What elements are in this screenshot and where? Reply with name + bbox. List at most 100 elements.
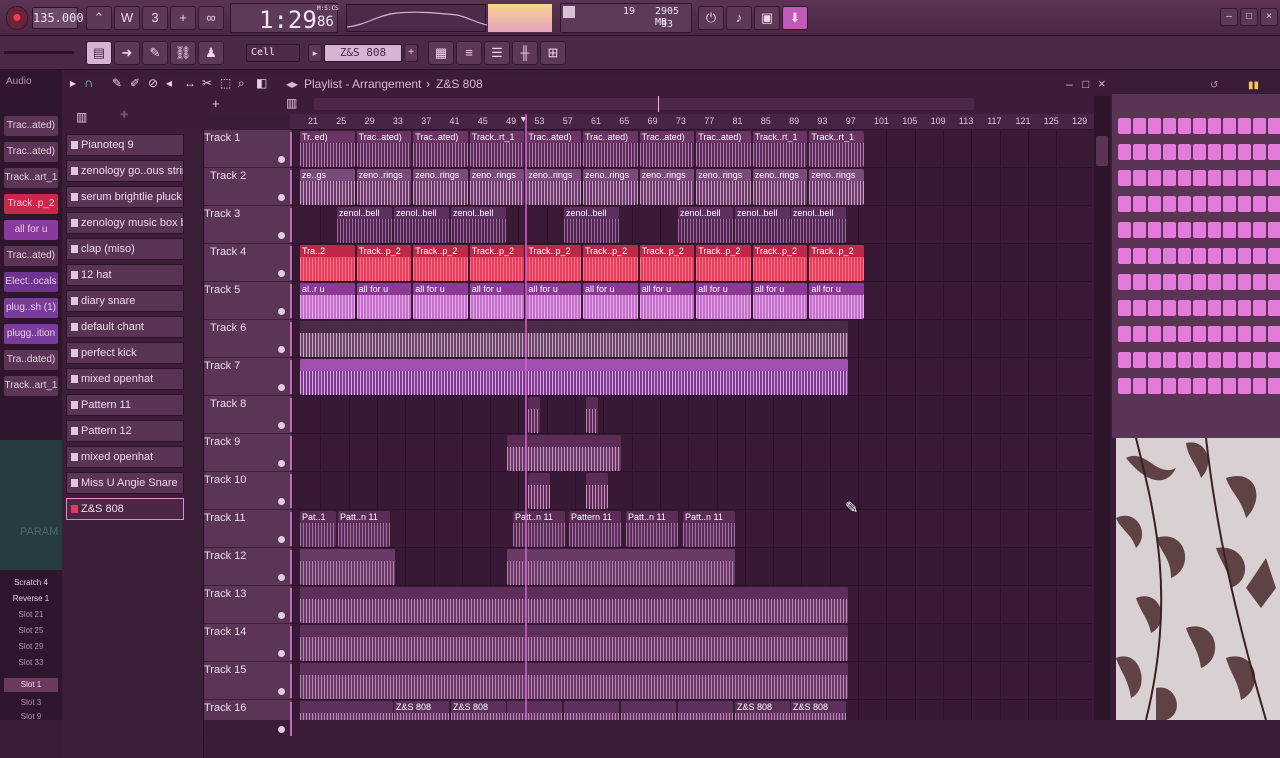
step-pad[interactable] [1268,222,1280,238]
playlist-clip[interactable]: Tr..ed) [300,131,355,167]
playlist-clip[interactable]: Tra..2 [300,245,355,281]
step-pad[interactable] [1193,274,1206,290]
play-arrow-icon[interactable]: ▸ [70,76,76,90]
step-pad[interactable] [1148,248,1161,264]
playlist-clip[interactable]: all for u [752,283,808,319]
playlist-grid[interactable]: Tr..ed) Trac..ated) Trac..ated) Track..rt_1… [292,130,1092,720]
step-pad[interactable] [1148,196,1161,212]
track-mute-led[interactable] [278,422,285,429]
step-pad[interactable] [1118,144,1131,160]
step-pad[interactable] [1163,144,1176,160]
track-header[interactable]: Track 13 [204,586,292,624]
step-pad[interactable] [1238,196,1251,212]
pattern-prev-icon[interactable]: ▸ [308,44,322,62]
step-pad[interactable] [1178,170,1191,186]
step-pad[interactable] [1253,170,1266,186]
track-mute-led[interactable] [278,384,285,391]
step-pad[interactable] [1223,248,1236,264]
pattern-item[interactable]: perfect kick [66,342,184,364]
track-header[interactable]: Track 14 [204,624,292,662]
playlist-clip[interactable]: Z&S 808 [735,701,790,720]
step-pad[interactable] [1253,378,1266,394]
step-pad[interactable] [1163,378,1176,394]
step-pad[interactable] [1148,300,1161,316]
vertical-scrollbar[interactable] [1094,96,1110,720]
step-pad[interactable] [1223,300,1236,316]
step-pad[interactable] [1118,222,1131,238]
microphone-icon[interactable]: ♪ [726,6,752,30]
step-pad[interactable] [1223,118,1236,134]
pattern-item[interactable]: zenology go..ous strings [66,160,184,182]
playlist-clip[interactable] [338,701,393,720]
track-header[interactable]: Track 3 [204,206,292,244]
step-pad[interactable] [1238,326,1251,342]
step-pad[interactable] [1193,196,1206,212]
browser-item[interactable]: Elect..ocals [4,272,58,292]
slot-item[interactable]: Reverse 1 [4,592,58,606]
playlist-clip[interactable]: Track..rt_1 [809,131,864,167]
step-pad[interactable] [1178,378,1191,394]
playlist-clip[interactable]: zenol..bell [791,207,846,243]
track-header[interactable]: Track 1 [204,130,292,168]
playlist-clip[interactable]: Patt..n 11 [626,511,678,547]
track-mute-led[interactable] [278,156,285,163]
playlist-clip[interactable]: Track..p_2 [809,245,864,281]
playlist-clip[interactable]: all for u [356,283,412,319]
playlist-clip[interactable]: Pattern 11 [569,511,621,547]
step-pad[interactable] [1163,326,1176,342]
step-pad[interactable] [1223,196,1236,212]
track-grid-icon[interactable]: ▥ [286,96,297,110]
playlist-clip[interactable]: Track..p_2 [639,245,695,281]
playlist-clip[interactable]: all for u [639,283,695,319]
step-pad[interactable] [1223,144,1236,160]
pattern-item[interactable]: diary snare [66,290,184,312]
mute-tool-icon[interactable]: ◂ [166,76,172,90]
step-pad[interactable] [1208,352,1221,368]
track-mute-led[interactable] [278,232,285,239]
playlist-clip[interactable]: Pat..1 [300,511,336,547]
playlist-clip[interactable]: Trac..ated) [639,131,695,167]
step-pad[interactable] [1253,144,1266,160]
track-header[interactable]: Track 8 [204,396,292,434]
step-pad[interactable] [1148,118,1161,134]
playlist-clip[interactable]: zeno..rings [696,169,751,205]
add-track-icon[interactable]: + [212,96,220,111]
pattern-clip[interactable] [586,473,608,509]
step-pad[interactable] [1268,300,1280,316]
track-header[interactable]: Track 7 [204,358,292,396]
playlist-arrows-icon[interactable]: ◂▸ [286,74,298,94]
playlist-clip[interactable]: Z&S 808 [394,701,449,720]
step-pad[interactable] [1118,352,1131,368]
snap-select[interactable]: Cell [246,44,300,62]
step-pad[interactable] [1193,118,1206,134]
step-pad[interactable] [1253,118,1266,134]
track-header[interactable]: Track 16 [204,700,292,738]
playhead[interactable] [525,114,527,720]
playlist-clip[interactable]: zeno..rings [526,169,581,205]
step-pad[interactable] [1208,196,1221,212]
close-icon[interactable]: × [1260,8,1278,26]
playlist-clip[interactable]: Patt..n 11 [513,511,565,547]
step-pad[interactable] [1193,248,1206,264]
link-icon[interactable]: ⛓ [170,41,196,65]
step-pad[interactable] [1178,144,1191,160]
mixer-faders-icon[interactable]: ╫ [512,41,538,65]
step-pad[interactable] [1163,300,1176,316]
playlist-clip[interactable]: Trac..ated) [583,131,638,167]
power-icon[interactable]: ⏻ [698,6,724,30]
step-pad[interactable] [1178,274,1191,290]
playlist-clip[interactable]: Track..p_2 [583,245,638,281]
step-pad[interactable] [1178,248,1191,264]
master-pitch-slider[interactable] [4,51,74,54]
step-pad[interactable] [1133,352,1146,368]
step-pad[interactable] [1208,118,1221,134]
playlist-clip[interactable]: zenol..bell [564,207,619,243]
track-mute-led[interactable] [278,688,285,695]
playlist-clip[interactable]: zenol..bell [337,207,392,243]
step-pad[interactable] [1163,118,1176,134]
save-icon[interactable]: ▣ [754,6,780,30]
step-pad[interactable] [1118,378,1131,394]
browser-tab[interactable]: Audio [6,76,32,87]
playlist-clip[interactable]: Track..p_2 [526,245,581,281]
step-pad[interactable] [1208,326,1221,342]
